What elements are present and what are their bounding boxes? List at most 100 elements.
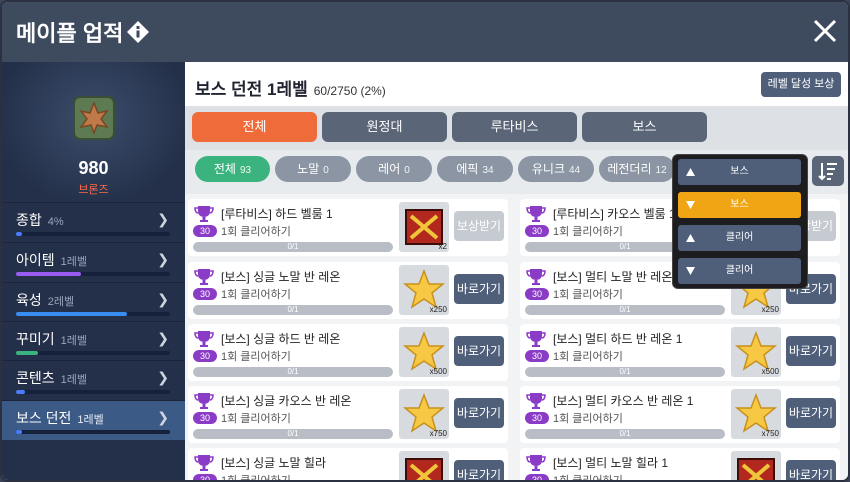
filter-chip[interactable]: 레전더리 12 <box>599 156 675 182</box>
level-badge: 30 <box>525 474 549 480</box>
trophy-icon <box>194 269 214 285</box>
sort-button[interactable] <box>812 156 844 186</box>
tab[interactable]: 루타비스 <box>452 112 577 142</box>
close-icon[interactable] <box>810 16 840 46</box>
achievement-action-button[interactable]: 바로가기 <box>454 398 504 428</box>
achievement-desc: 1회 클리어하기 <box>553 351 623 363</box>
achievement-desc: 1회 클리어하기 <box>221 475 291 482</box>
filter-chip[interactable]: 유니크 44 <box>518 156 594 182</box>
progress-track <box>16 232 170 236</box>
reward-quantity: x250 <box>761 305 779 314</box>
filter-chip-count: 34 <box>482 165 494 176</box>
filter-chip[interactable]: 전체 93 <box>195 156 270 182</box>
triangle-up-icon <box>686 234 695 242</box>
level-badge: 30 <box>193 474 217 480</box>
achievement-desc: 1회 클리어하기 <box>553 289 623 301</box>
achievement-desc: 1회 클리어하기 <box>553 226 623 238</box>
sort-option[interactable]: 클리어 <box>678 258 801 284</box>
tab[interactable]: 원정대 <box>322 112 447 142</box>
reward-quantity: x500 <box>429 367 447 376</box>
achievement-window: 메이플 업적 980 브론즈 종합 4% ❯ 아이템 1레벨 ❯ 육성 2레벨 ❯ 꾸미기 1레벨 ❯… <box>0 0 850 482</box>
level-reward-button[interactable]: 레벨 달성 보상 <box>761 72 841 97</box>
sidebar-item-label: 콘텐츠 1레벨 <box>16 368 87 388</box>
sort-option-label: 클리어 <box>725 232 754 243</box>
trophy-icon <box>526 331 546 347</box>
filter-chip[interactable]: 에픽 34 <box>437 156 513 182</box>
sort-option[interactable]: 클리어 <box>678 225 801 251</box>
tab[interactable]: 보스 <box>582 112 707 142</box>
tab-bar: 전체 원정대 루타비스 보스 <box>185 106 848 150</box>
achievement-progress: 0/1 <box>525 305 725 315</box>
sidebar-item[interactable]: 보스 던전 1레벨 ❯ <box>2 400 185 440</box>
filter-chip-count: 44 <box>569 165 581 176</box>
trophy-icon <box>526 393 546 409</box>
level-progress-text: 60/2750 (2%) <box>313 84 386 98</box>
sort-dropdown: 보스 보스 클리어 클리어 <box>672 154 808 289</box>
sidebar-item[interactable]: 종합 4% ❯ <box>2 202 185 242</box>
achievement-action-button[interactable]: 바로가기 <box>454 460 504 480</box>
progress-fill <box>16 312 127 316</box>
sidebar-item-name: 종합 <box>16 212 42 228</box>
achievement-action-button[interactable]: 바로가기 <box>454 274 504 304</box>
page-title-text: 보스 던전 1레벨 <box>195 80 308 99</box>
filter-chip[interactable]: 레어 0 <box>356 156 432 182</box>
achievement-desc: 1회 클리어하기 <box>221 226 291 238</box>
achievement-card: 30 [보스] 싱글 하드 반 레온 1회 클리어하기 0/1 x500 바로가기 <box>188 324 508 381</box>
sort-option-label: 클리어 <box>725 265 754 276</box>
sidebar-item[interactable]: 꾸미기 1레벨 ❯ <box>2 321 185 361</box>
achievement-card: 30 [보스] 싱글 노말 반 레온 1회 클리어하기 0/1 x250 바로가기 <box>188 262 508 319</box>
sidebar-item[interactable]: 아이템 1레벨 ❯ <box>2 242 185 282</box>
achievement-action-button[interactable]: 바로가기 <box>454 336 504 366</box>
achievement-card: 30[보스] 싱글 노말 힐라1회 클리어하기0/1바로가기 <box>188 448 508 482</box>
level-badge: 30 <box>525 225 549 237</box>
filter-chip[interactable]: 노말 0 <box>275 156 351 182</box>
sort-option[interactable]: 보스 <box>678 159 801 185</box>
reward-quantity: x250 <box>429 305 447 314</box>
progress-fill <box>16 351 38 355</box>
sort-option-label: 보스 <box>730 166 749 177</box>
sidebar-item-level: 1레벨 <box>60 256 87 268</box>
trophy-icon <box>526 269 546 285</box>
rank-label: 브론즈 <box>78 184 109 196</box>
filter-chip-count: 12 <box>655 165 667 176</box>
progress-fill <box>16 272 81 276</box>
progress-fill <box>16 390 26 394</box>
reward-quantity: x750 <box>761 429 779 438</box>
chevron-right-icon: ❯ <box>157 251 169 267</box>
achievement-desc: 1회 클리어하기 <box>221 351 291 363</box>
trophy-icon <box>526 455 546 471</box>
sidebar-item-name: 콘텐츠 <box>16 370 55 386</box>
tab[interactable]: 전체 <box>192 112 317 142</box>
progress-track <box>16 272 170 276</box>
level-badge: 30 <box>193 350 217 362</box>
profile-panel: 980 브론즈 <box>2 62 185 202</box>
achievement-action-button[interactable]: 바로가기 <box>786 336 836 366</box>
reward-slot <box>731 451 781 480</box>
reward-slot <box>399 451 449 480</box>
sidebar-item[interactable]: 콘텐츠 1레벨 ❯ <box>2 360 185 400</box>
sidebar-item[interactable]: 육성 2레벨 ❯ <box>2 282 185 322</box>
progress-fill <box>16 430 23 434</box>
achievement-card: 30 [보스] 멀티 하드 반 레온 1 1회 클리어하기 0/1 x500 바로가기 <box>520 324 840 381</box>
achievement-title: [보스] 멀티 노말 힐라 1 <box>553 456 668 470</box>
trophy-icon <box>194 206 214 222</box>
achievement-action-button[interactable]: 보상받기 <box>454 211 504 241</box>
filter-chip-label: 에픽 <box>456 162 479 176</box>
info-icon[interactable] <box>126 20 150 44</box>
level-badge: 30 <box>193 288 217 300</box>
sort-option[interactable]: 보스 <box>678 192 801 218</box>
achievement-action-button[interactable]: 바로가기 <box>786 398 836 428</box>
achievement-desc: 1회 클리어하기 <box>221 413 291 425</box>
sidebar-item-name: 육성 <box>16 292 42 308</box>
achievement-title: [보스] 멀티 카오스 반 레온 1 <box>553 394 694 408</box>
sidebar-item-label: 보스 던전 1레벨 <box>16 408 104 428</box>
sidebar-item-level: 1레벨 <box>60 335 87 347</box>
level-badge: 30 <box>525 288 549 300</box>
achievement-action-button[interactable]: 바로가기 <box>786 460 836 480</box>
sidebar-item-name: 꾸미기 <box>16 331 55 347</box>
achievement-card: 30 [보스] 멀티 카오스 반 레온 1 1회 클리어하기 0/1 x750 바로가기 <box>520 386 840 443</box>
achievement-title: [보스] 싱글 노말 반 레온 <box>221 270 341 284</box>
level-badge: 30 <box>525 350 549 362</box>
level-badge: 30 <box>193 225 217 237</box>
achievement-title: [루타비스] 하드 벨룸 1 <box>221 207 333 221</box>
